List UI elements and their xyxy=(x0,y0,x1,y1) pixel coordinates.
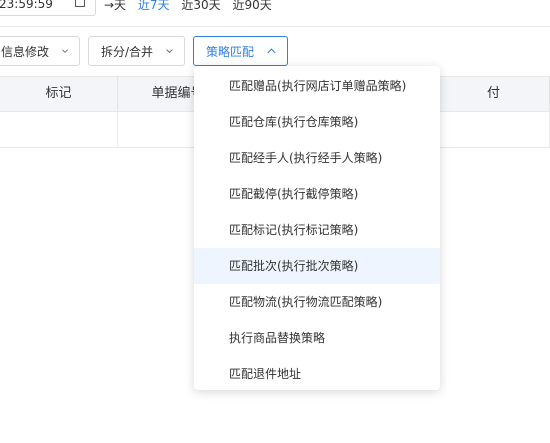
menu-item-product-replace[interactable]: 执行商品替换策略 xyxy=(194,320,440,356)
menu-item-match-batch[interactable]: 匹配批次(执行批次策略) xyxy=(194,248,440,284)
date-range-input[interactable]: 23:59:59 xyxy=(0,0,96,16)
column-header-pay[interactable]: 付 xyxy=(438,77,550,111)
menu-item-match-mark[interactable]: 匹配标记(执行标记策略) xyxy=(194,212,440,248)
table-cell xyxy=(438,112,550,147)
quick-date-links: →天 近7天 近30天 近90天 xyxy=(104,0,280,13)
menu-item-match-intercept[interactable]: 匹配截停(执行截停策略) xyxy=(194,176,440,212)
split-merge-label: 拆分/合并 xyxy=(101,44,154,59)
menu-item-return-address[interactable]: 匹配退件地址 xyxy=(194,356,440,392)
date-end-value: 23:59:59 xyxy=(0,0,53,11)
strategy-match-label: 策略匹配 xyxy=(206,44,255,59)
quick-date-last-30[interactable]: 近30天 xyxy=(181,0,220,12)
calendar-icon[interactable] xyxy=(75,0,85,7)
strategy-match-menu: 匹配赠品(执行网店订单赠品策略) 匹配仓库(执行仓库策略) 匹配经手人(执行经手… xyxy=(194,66,440,390)
quick-date-last-90[interactable]: 近90天 xyxy=(232,0,271,12)
strategy-match-dropdown-button[interactable]: 策略匹配 xyxy=(193,36,288,66)
chevron-up-icon xyxy=(267,48,276,54)
info-edit-dropdown-button[interactable]: 信息修改 xyxy=(0,36,80,66)
table-cell xyxy=(0,112,118,147)
action-toolbar: 信息修改 拆分/合并 策略匹配 xyxy=(0,36,550,66)
section-divider xyxy=(0,26,550,27)
chevron-down-icon xyxy=(166,49,173,54)
column-header-mark[interactable]: 标记 xyxy=(0,77,118,111)
menu-item-match-handler[interactable]: 匹配经手人(执行经手人策略) xyxy=(194,140,440,176)
app-root: 23:59:59 →天 近7天 近30天 近90天 信息修改 拆分/合并 策略匹… xyxy=(0,0,550,443)
menu-item-match-gift[interactable]: 匹配赠品(执行网店订单赠品策略) xyxy=(194,68,440,104)
quick-date-last-7[interactable]: 近7天 xyxy=(138,0,170,12)
menu-item-match-warehouse[interactable]: 匹配仓库(执行仓库策略) xyxy=(194,104,440,140)
info-edit-label: 信息修改 xyxy=(1,44,50,59)
split-merge-dropdown-button[interactable]: 拆分/合并 xyxy=(88,36,185,66)
menu-item-match-logistics[interactable]: 匹配物流(执行物流匹配策略) xyxy=(194,284,440,320)
chevron-down-icon xyxy=(62,49,68,53)
quick-date-today[interactable]: →天 xyxy=(104,0,126,12)
date-filter-bar: 23:59:59 →天 近7天 近30天 近90天 xyxy=(0,0,550,26)
